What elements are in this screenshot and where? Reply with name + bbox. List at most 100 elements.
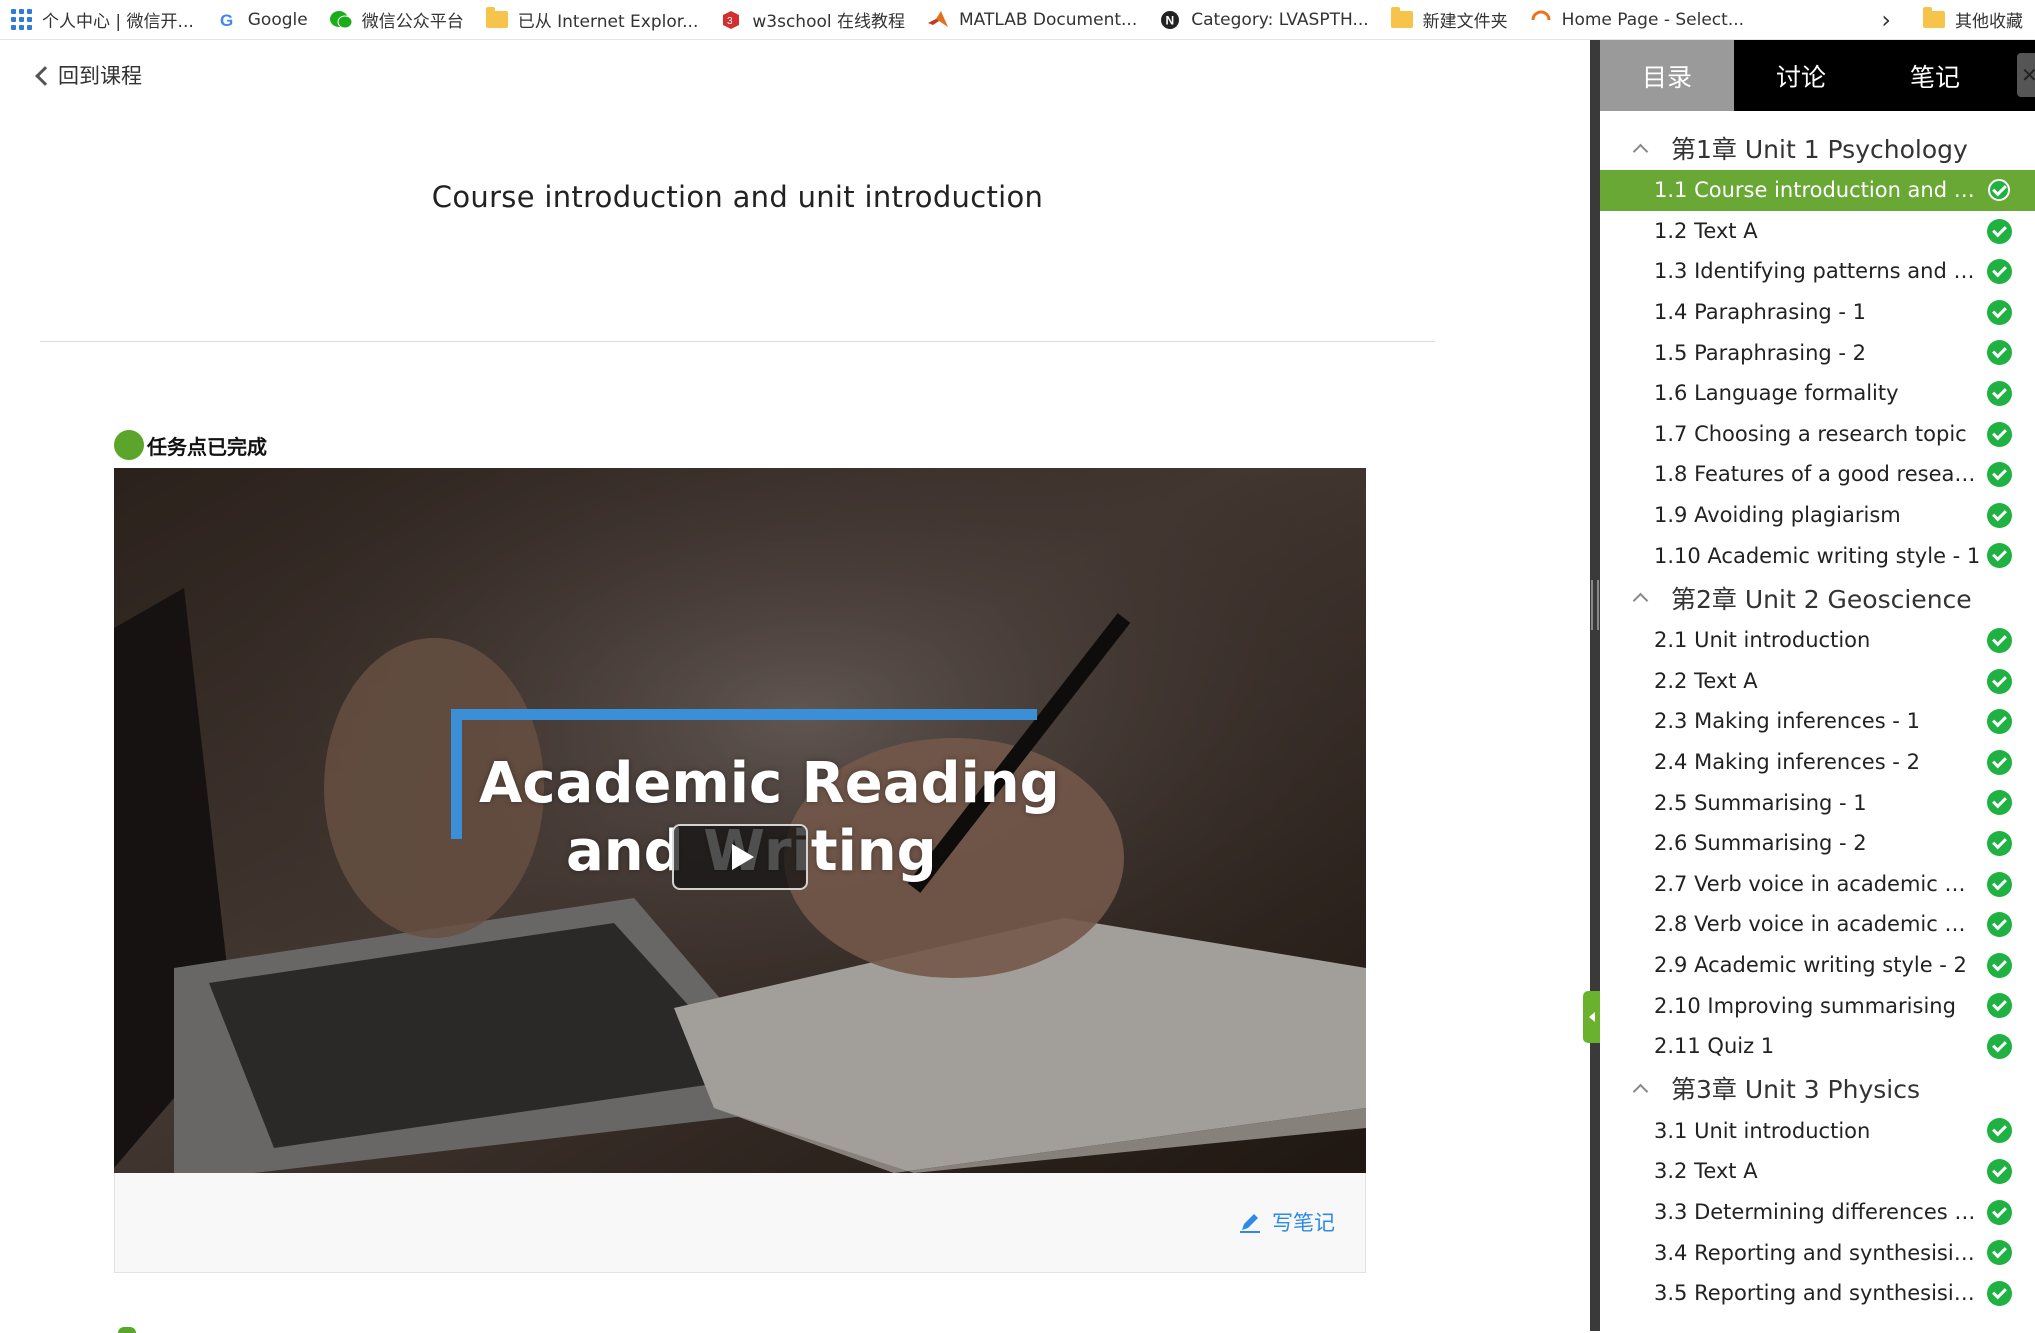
lesson-item[interactable]: 2.2 Text A — [1600, 661, 2035, 702]
drag-handle-icon[interactable] — [1591, 580, 1599, 630]
lesson-item[interactable]: 2.10 Improving summarising — [1600, 985, 2035, 1026]
bookmark-item[interactable]: 新建文件夹 — [1381, 0, 1520, 39]
lesson-item[interactable]: 2.3 Making inferences - 1 — [1600, 701, 2035, 742]
bookmark-item[interactable]: Home Page - Select... — [1520, 0, 1756, 39]
bookmark-item[interactable]: 个人中心 | 微信开... — [0, 0, 206, 39]
sidebar-tabs: 目录 讨论 笔记 ✕ — [1600, 40, 2035, 111]
chapter-header[interactable]: 第1章 Unit 1 Psychology — [1600, 126, 2035, 170]
folder-icon — [485, 7, 508, 31]
completed-check-icon — [1987, 218, 2012, 244]
chapter-header[interactable]: 第3章 Unit 3 Physics — [1600, 1066, 2035, 1110]
lesson-label: 2.1 Unit introduction — [1654, 628, 1871, 653]
chapter-header[interactable]: 第2章 Unit 2 Geoscience — [1600, 576, 2035, 620]
completed-check-icon — [1987, 299, 2012, 325]
bookmark-item[interactable]: 其他收藏 — [1913, 0, 2035, 39]
lesson-label: 3.1 Unit introduction — [1654, 1118, 1871, 1143]
lesson-item[interactable]: 1.7 Choosing a research topic — [1600, 414, 2035, 455]
lesson-item[interactable]: 1.4 Paraphrasing - 1 — [1600, 292, 2035, 333]
bookmark-label: 已从 Internet Explor... — [517, 12, 699, 32]
play-icon — [732, 844, 754, 870]
svg-text:3: 3 — [727, 16, 733, 27]
bookmark-label: 新建文件夹 — [1422, 12, 1508, 32]
video-player[interactable]: Academic Reading and Writing — [114, 468, 1366, 1173]
lesson-item[interactable]: 3.5 Reporting and synthesising - 2 — [1600, 1273, 2035, 1314]
close-icon: ✕ — [2021, 63, 2035, 87]
lesson-item[interactable]: 3.2 Text A — [1600, 1151, 2035, 1192]
chevron-right-icon[interactable]: › — [1859, 6, 1913, 34]
lesson-item[interactable]: 3.3 Determining differences between — [1600, 1192, 2035, 1233]
play-button[interactable] — [672, 824, 808, 890]
completed-check-icon — [1987, 380, 2012, 406]
video-title-line-1: Academic Reading — [479, 751, 1060, 816]
completed-check-icon — [1987, 830, 2012, 856]
completed-check-icon — [1988, 179, 2010, 201]
lesson-item[interactable]: 1.3 Identifying patterns and structures — [1600, 251, 2035, 292]
lesson-item[interactable]: 2.11 Quiz 1 — [1600, 1026, 2035, 1067]
tab-notes[interactable]: 笔记 — [1868, 40, 2002, 111]
chevron-up-icon — [1632, 143, 1649, 159]
completed-check-icon — [1987, 871, 2012, 897]
bookmark-label: Category: LVASPTH... — [1191, 9, 1369, 30]
tab-discussion[interactable]: 讨论 — [1734, 40, 1868, 111]
sidebar-collapse-button[interactable] — [1583, 991, 1600, 1043]
folder-icon — [1923, 7, 1945, 31]
bookmark-item[interactable]: G Google — [206, 0, 320, 39]
lesson-label: 2.10 Improving summarising — [1654, 993, 1956, 1018]
completed-check-icon — [1987, 421, 2012, 447]
lesson-label: 1.2 Text A — [1654, 218, 1758, 243]
bookmark-item[interactable]: 已从 Internet Explor... — [476, 0, 711, 39]
write-note-button[interactable]: 写笔记 — [1238, 1207, 1335, 1237]
lesson-label: 1.3 Identifying patterns and structures — [1654, 259, 1981, 284]
bookmarks-bar: 个人中心 | 微信开... G Google 微信公众平台 已从 Interne… — [0, 0, 2035, 40]
lesson-item[interactable]: 2.6 Summarising - 2 — [1600, 823, 2035, 864]
lesson-item[interactable]: 2.8 Verb voice in academic writing - 2 — [1600, 904, 2035, 945]
completed-check-icon — [1987, 1033, 2012, 1059]
lesson-label: 1.8 Features of a good research question — [1654, 462, 1981, 487]
tab-catalog[interactable]: 目录 — [1600, 40, 1734, 111]
completed-check-icon — [1987, 462, 2012, 488]
completed-check-icon — [1987, 1159, 2012, 1185]
pencil-icon — [1240, 1214, 1260, 1233]
bookmark-item[interactable]: 3 w3school 在线教程 — [710, 0, 917, 39]
lesson-item[interactable]: 2.4 Making inferences - 2 — [1600, 742, 2035, 783]
bookmark-item[interactable]: N Category: LVASPTH... — [1149, 0, 1380, 39]
lesson-item[interactable]: 3.1 Unit introduction — [1600, 1110, 2035, 1151]
lesson-label: 3.5 Reporting and synthesising - 2 — [1654, 1281, 1981, 1306]
bookmark-label: MATLAB Document... — [959, 9, 1138, 30]
lesson-item[interactable]: 1.8 Features of a good research question — [1600, 454, 2035, 495]
back-to-course-link[interactable]: 回到课程 — [35, 60, 142, 90]
lesson-item[interactable]: 1.6 Language formality — [1600, 373, 2035, 414]
close-sidebar-button[interactable]: ✕ — [2017, 53, 2035, 97]
lesson-item[interactable]: 1.5 Paraphrasing - 2 — [1600, 332, 2035, 373]
lesson-item[interactable]: 1.2 Text A — [1600, 211, 2035, 252]
lesson-label: 3.2 Text A — [1654, 1159, 1758, 1184]
completed-check-icon — [1987, 627, 2012, 653]
notion-icon: N — [1159, 9, 1181, 31]
svg-text:N: N — [1166, 13, 1175, 27]
sidebar-splitter[interactable] — [1590, 40, 1600, 1331]
bookmark-item[interactable]: MATLAB Document... — [917, 0, 1149, 39]
lesson-label: 1.6 Language formality — [1654, 381, 1899, 406]
lesson-item[interactable]: 1.9 Avoiding plagiarism — [1600, 495, 2035, 536]
lesson-label: 2.7 Verb voice in academic writing - 1 — [1654, 871, 1981, 896]
completed-check-icon — [1987, 502, 2012, 528]
lesson-item[interactable]: 1.1 Course introduction and unit introdu… — [1600, 170, 2035, 211]
back-label: 回到课程 — [58, 64, 142, 88]
main-content: 回到课程 Course introduction and unit introd… — [0, 40, 1590, 1333]
lesson-label: 1.4 Paraphrasing - 1 — [1654, 300, 1867, 325]
lesson-item[interactable]: 1.10 Academic writing style - 1 — [1600, 535, 2035, 576]
bookmark-item[interactable]: 微信公众平台 — [320, 0, 476, 39]
lesson-label: 1.10 Academic writing style - 1 — [1654, 543, 1981, 568]
lesson-item[interactable]: 2.1 Unit introduction — [1600, 620, 2035, 661]
completed-check-icon — [1987, 952, 2012, 978]
completed-check-icon — [1987, 543, 2012, 569]
completed-check-icon — [1987, 709, 2012, 735]
bookmark-label: w3school 在线教程 — [752, 12, 906, 32]
lesson-item[interactable]: 2.9 Academic writing style - 2 — [1600, 945, 2035, 986]
lesson-item[interactable]: 3.4 Reporting and synthesising - 1 — [1600, 1232, 2035, 1273]
lesson-item[interactable]: 2.5 Summarising - 1 — [1600, 782, 2035, 823]
sidebar: 目录 讨论 笔记 ✕ 第1章 Unit 1 Psychology 1.1 Cour… — [1600, 40, 2035, 1331]
matlab-icon — [927, 9, 949, 31]
caret-left-icon — [1588, 1012, 1595, 1022]
lesson-item[interactable]: 2.7 Verb voice in academic writing - 1 — [1600, 864, 2035, 905]
